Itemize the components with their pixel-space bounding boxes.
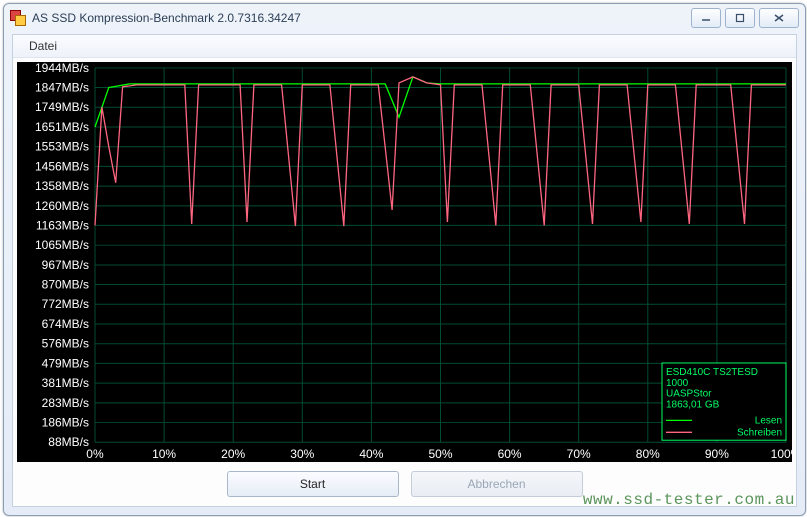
svg-text:967MB/s: 967MB/s (42, 258, 89, 272)
svg-text:186MB/s: 186MB/s (42, 415, 89, 429)
svg-text:870MB/s: 870MB/s (42, 278, 89, 292)
svg-text:1553MB/s: 1553MB/s (35, 140, 89, 154)
svg-text:1863,01 GB: 1863,01 GB (666, 400, 720, 411)
svg-text:10%: 10% (152, 447, 176, 461)
svg-text:1944MB/s: 1944MB/s (35, 62, 89, 75)
svg-text:80%: 80% (636, 447, 660, 461)
svg-text:Lesen: Lesen (755, 415, 782, 426)
button-row: Start Abbrechen (13, 466, 796, 506)
svg-text:70%: 70% (567, 447, 591, 461)
svg-text:1749MB/s: 1749MB/s (35, 100, 89, 114)
svg-text:1847MB/s: 1847MB/s (35, 81, 89, 95)
start-button[interactable]: Start (227, 471, 399, 497)
app-window: AS SSD Kompression-Benchmark 2.0.7316.34… (3, 3, 806, 516)
svg-text:283MB/s: 283MB/s (42, 396, 89, 410)
cancel-button: Abbrechen (411, 471, 583, 497)
menu-datei[interactable]: Datei (21, 37, 65, 55)
svg-text:100%: 100% (771, 447, 792, 461)
title-bar: AS SSD Kompression-Benchmark 2.0.7316.34… (4, 4, 805, 32)
svg-text:1651MB/s: 1651MB/s (35, 120, 89, 134)
svg-text:Schreiben: Schreiben (737, 427, 782, 438)
svg-text:1456MB/s: 1456MB/s (35, 159, 89, 173)
svg-text:479MB/s: 479MB/s (42, 356, 89, 370)
svg-text:0%: 0% (86, 447, 104, 461)
menu-bar: Datei (13, 35, 796, 58)
svg-text:1000: 1000 (666, 378, 689, 389)
svg-text:1260MB/s: 1260MB/s (35, 199, 89, 213)
window-title: AS SSD Kompression-Benchmark 2.0.7316.34… (32, 11, 301, 25)
svg-text:1163MB/s: 1163MB/s (36, 218, 89, 232)
svg-text:1358MB/s: 1358MB/s (35, 179, 89, 193)
svg-text:576MB/s: 576MB/s (42, 337, 89, 351)
svg-text:88MB/s: 88MB/s (48, 435, 89, 449)
window-controls (691, 8, 799, 28)
svg-text:60%: 60% (498, 447, 522, 461)
svg-text:30%: 30% (290, 447, 314, 461)
svg-text:381MB/s: 381MB/s (42, 376, 89, 390)
app-icon (10, 10, 26, 26)
minimize-icon (701, 13, 711, 23)
chart-wrap: 88MB/s 186MB/s 283MB/s 381MB/s 479MB/s 576MB/… (13, 58, 796, 506)
client-area: Datei 88MB/s 186MB/s 283MB/s 381MB/s 479MB/s… (12, 34, 797, 507)
svg-text:772MB/s: 772MB/s (42, 297, 89, 311)
chart-area: 88MB/s 186MB/s 283MB/s 381MB/s 479MB/s 576MB/… (17, 62, 792, 462)
close-icon (773, 13, 785, 23)
minimize-button[interactable] (691, 8, 721, 28)
svg-text:20%: 20% (221, 447, 245, 461)
svg-text:90%: 90% (705, 447, 729, 461)
svg-text:40%: 40% (359, 447, 383, 461)
svg-text:UASPStor: UASPStor (666, 389, 712, 400)
svg-text:674MB/s: 674MB/s (42, 317, 89, 331)
svg-text:50%: 50% (428, 447, 452, 461)
svg-text:1065MB/s: 1065MB/s (35, 238, 89, 252)
maximize-button[interactable] (725, 8, 755, 28)
svg-text:ESD410C TS2TESD: ESD410C TS2TESD (666, 367, 758, 378)
close-button[interactable] (759, 8, 799, 28)
compression-chart: 88MB/s 186MB/s 283MB/s 381MB/s 479MB/s 576MB/… (17, 62, 792, 462)
maximize-icon (735, 13, 745, 23)
